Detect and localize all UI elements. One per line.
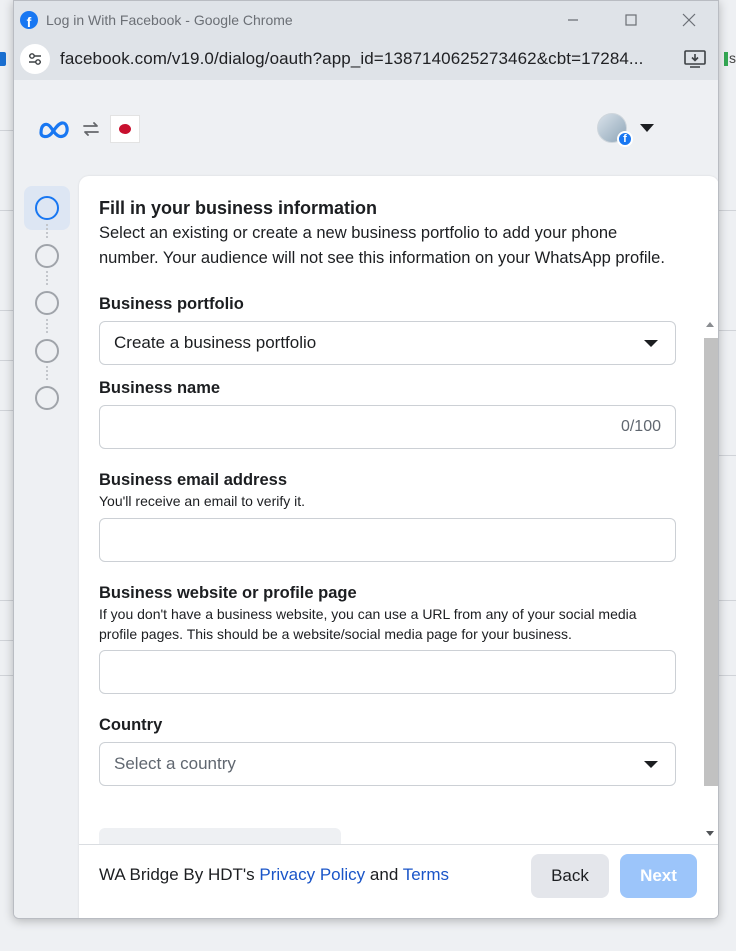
progress-stepper — [24, 186, 70, 424]
sync-icon — [83, 122, 99, 136]
background-divider — [0, 210, 14, 211]
business-email-help: You'll receive an email to verify it. — [99, 493, 306, 509]
step-circle-icon — [35, 338, 59, 363]
page-description: Select an existing or create a new busin… — [99, 224, 665, 267]
site-info-icon — [29, 53, 41, 65]
scroll-down-icon[interactable] — [706, 831, 714, 836]
background-tab-icon — [0, 52, 6, 66]
background-text: s — [729, 50, 736, 66]
address-bar: facebook.com/v19.0/dialog/oauth?app_id=1… — [14, 38, 718, 80]
background-divider — [718, 210, 736, 211]
privacy-policy-link[interactable]: Privacy Policy — [259, 865, 365, 884]
step-circle-icon — [35, 243, 59, 268]
next-field-partial — [99, 828, 341, 844]
scroll-up-icon[interactable] — [706, 322, 714, 327]
scroll-thumb[interactable] — [704, 338, 718, 786]
character-counter: 0/100 — [620, 418, 661, 435]
window-title: Log in With Facebook - Google Chrome — [46, 11, 293, 28]
back-button[interactable]: Back — [531, 854, 609, 898]
policy-prefix: WA Bridge By HDT's — [99, 865, 260, 884]
maximize-icon — [625, 13, 637, 26]
maximize-button[interactable] — [602, 1, 660, 38]
country-select[interactable]: Select a country — [99, 742, 676, 786]
business-email-input[interactable] — [99, 518, 676, 562]
background-divider — [718, 600, 736, 601]
chevron-down-icon — [644, 761, 658, 768]
background-divider — [0, 130, 14, 131]
card-scrollbar[interactable] — [702, 318, 718, 840]
background-divider — [0, 410, 14, 411]
facebook-favicon-icon: f — [20, 10, 38, 29]
minimize-icon — [568, 18, 578, 21]
minimize-button[interactable] — [544, 1, 602, 38]
dialog-footer: WA Bridge By HDT's Privacy Policy and Te… — [79, 844, 718, 918]
close-icon — [682, 13, 696, 26]
close-button[interactable] — [660, 1, 718, 38]
meta-logo — [39, 121, 69, 139]
business-portfolio-label: Business portfolio — [99, 295, 244, 313]
dialog-header: f — [14, 80, 718, 176]
business-email-label: Business email address — [99, 471, 288, 489]
background-divider — [0, 310, 14, 311]
chevron-down-icon — [644, 340, 658, 347]
business-website-label: Business website or profile page — [99, 584, 357, 602]
step-circle-icon — [35, 291, 59, 315]
step-circle-icon — [35, 386, 59, 410]
chevron-down-icon[interactable] — [640, 124, 654, 132]
background-divider — [0, 360, 14, 361]
country-placeholder: Select a country — [114, 754, 236, 773]
chrome-popup-window: f Log in With Facebook - Google Chrome f… — [13, 0, 719, 919]
account-switcher[interactable]: f — [597, 113, 633, 147]
page-title: Fill in your business information — [99, 198, 378, 218]
policy-text: WA Bridge By HDT's Privacy Policy and Te… — [99, 865, 449, 885]
url-field[interactable]: facebook.com/v19.0/dialog/oauth?app_id=1… — [60, 49, 672, 69]
site-info-button[interactable] — [20, 44, 50, 74]
background-divider — [0, 675, 14, 676]
install-app-button[interactable] — [678, 44, 712, 74]
title-bar[interactable]: f Log in With Facebook - Google Chrome — [14, 1, 718, 38]
business-portfolio-select[interactable]: Create a business portfolio — [99, 321, 676, 365]
step-circle-icon — [35, 196, 59, 220]
business-name-label: Business name — [99, 379, 221, 397]
window-controls — [544, 1, 718, 38]
background-divider — [718, 330, 736, 331]
background-divider — [718, 455, 736, 456]
business-info-card: Fill in your business information Select… — [79, 176, 718, 918]
dialog-content: f Fill in your business information Sele… — [14, 80, 718, 918]
background-divider — [0, 600, 14, 601]
policy-and: and — [365, 865, 403, 884]
background-status-icon — [724, 52, 728, 66]
next-button[interactable]: Next — [620, 854, 697, 898]
business-website-input[interactable] — [99, 650, 676, 694]
background-divider — [0, 640, 14, 641]
country-label: Country — [99, 716, 163, 734]
business-portfolio-value: Create a business portfolio — [114, 333, 317, 352]
install-app-icon — [684, 50, 706, 68]
step-5 — [24, 366, 70, 420]
app-logo — [110, 115, 140, 143]
business-name-input[interactable]: 0/100 — [99, 405, 676, 449]
terms-link[interactable]: Terms — [403, 865, 449, 884]
business-website-help: If you don't have a business website, yo… — [99, 606, 637, 642]
facebook-badge-icon: f — [617, 131, 633, 147]
background-divider — [718, 675, 736, 676]
